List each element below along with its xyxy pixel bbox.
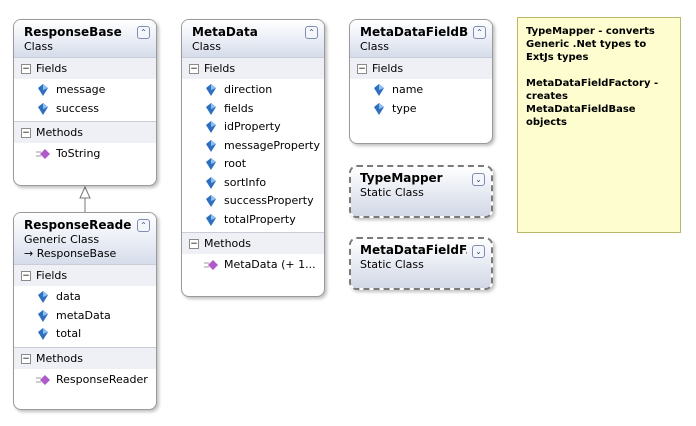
class-metadata-field-base[interactable]: MetaDataFieldB... Class ⌃ − Fields name … <box>349 19 493 144</box>
class-header: MetaDataFieldB... Class ⌃ <box>350 20 492 57</box>
methods-list: ResponseReader <box>14 368 156 392</box>
field-item[interactable]: success <box>14 100 156 119</box>
method-item[interactable]: MetaData (+ 1... <box>182 256 324 275</box>
methods-section-header[interactable]: − Methods <box>182 232 324 254</box>
double-chevron-up-icon[interactable]: ⌃ <box>137 26 150 39</box>
class-header: ResponseBase Class ⌃ <box>14 20 156 57</box>
class-name: MetaDataFieldF... <box>360 243 467 257</box>
collapse-minus-icon[interactable]: − <box>189 64 199 74</box>
class-kind: Class <box>24 40 53 53</box>
field-item[interactable]: root <box>182 155 324 174</box>
field-item[interactable]: metaData <box>14 307 156 326</box>
field-item[interactable]: idProperty <box>182 118 324 137</box>
class-kind: Static Class <box>360 258 424 271</box>
field-item[interactable]: sortInfo <box>182 174 324 193</box>
field-icon <box>38 291 48 303</box>
fields-label: Fields <box>372 62 404 75</box>
collapse-minus-icon[interactable]: − <box>21 353 31 364</box>
inherits-label: → ResponseBase <box>24 247 117 260</box>
class-name: ResponseReade... <box>24 218 132 232</box>
methods-section-header[interactable]: − Methods <box>14 346 156 369</box>
field-item[interactable]: totalProperty <box>182 211 324 230</box>
class-header: TypeMapper Static Class ⌄ <box>351 167 491 216</box>
double-chevron-down-icon[interactable]: ⌄ <box>472 245 485 258</box>
fields-section-header[interactable]: − Fields <box>14 57 156 79</box>
methods-list: ToString <box>14 143 156 167</box>
methods-label: Methods <box>36 351 83 365</box>
field-item[interactable]: fields <box>182 100 324 119</box>
class-metadata-field-factory[interactable]: MetaDataFieldF... Static Class ⌄ <box>349 237 493 290</box>
class-name: TypeMapper <box>360 171 443 185</box>
fields-section-header[interactable]: − Fields <box>14 264 156 286</box>
field-icon <box>206 139 216 152</box>
field-icon <box>206 102 216 115</box>
field-icon <box>206 213 216 226</box>
field-item[interactable]: successProperty <box>182 192 324 211</box>
field-icon <box>206 121 216 133</box>
field-icon <box>38 84 48 96</box>
method-icon <box>36 149 50 159</box>
class-type-mapper[interactable]: TypeMapper Static Class ⌄ <box>349 165 493 218</box>
class-kind: Class <box>192 40 221 53</box>
field-icon <box>374 84 384 96</box>
class-header: MetaDataFieldF... Static Class ⌄ <box>351 239 491 288</box>
field-item[interactable]: name <box>350 81 492 100</box>
class-header: MetaData Class ⌃ <box>182 20 324 57</box>
fields-list: message success <box>14 79 156 121</box>
fields-label: Fields <box>36 269 68 282</box>
method-icon <box>36 374 50 385</box>
double-chevron-up-icon[interactable]: ⌃ <box>473 26 486 39</box>
class-header: ResponseReade... Generic Class → Respons… <box>14 213 156 264</box>
fields-list: name type <box>350 79 492 121</box>
fields-section-header[interactable]: − Fields <box>182 57 324 79</box>
class-metadata[interactable]: MetaData Class ⌃ − Fields direction fiel… <box>181 19 325 297</box>
collapse-minus-icon[interactable]: − <box>21 64 31 74</box>
field-item[interactable]: data <box>14 288 156 307</box>
field-icon <box>206 195 216 207</box>
method-item[interactable]: ResponseReader <box>14 371 156 390</box>
class-kind: Generic Class <box>24 233 100 246</box>
field-item[interactable]: total <box>14 325 156 344</box>
class-response-base[interactable]: ResponseBase Class ⌃ − Fields message su… <box>13 19 157 186</box>
double-chevron-up-icon[interactable]: ⌃ <box>137 219 150 232</box>
comment-note[interactable]: TypeMapper - converts Generic .Net types… <box>517 17 681 233</box>
collapse-minus-icon[interactable]: − <box>21 128 31 138</box>
class-name: MetaData <box>192 25 258 39</box>
class-kind: Static Class <box>360 186 424 199</box>
methods-label: Methods <box>204 237 251 250</box>
methods-label: Methods <box>36 126 83 139</box>
methods-section-header[interactable]: − Methods <box>14 121 156 143</box>
method-item[interactable]: ToString <box>14 145 156 164</box>
field-item[interactable]: type <box>350 100 492 119</box>
field-icon <box>206 176 216 189</box>
collapse-minus-icon[interactable]: − <box>189 239 199 249</box>
fields-list: direction fields idProperty messagePrope… <box>182 79 324 232</box>
field-icon <box>38 102 48 115</box>
class-kind: Class <box>360 40 389 53</box>
note-type-mapper: TypeMapper - converts Generic .Net types… <box>526 26 655 63</box>
field-icon <box>374 102 384 115</box>
collapse-minus-icon[interactable]: − <box>357 64 367 74</box>
collapse-minus-icon[interactable]: − <box>21 271 31 281</box>
class-name: MetaDataFieldB... <box>360 25 468 39</box>
method-icon <box>204 260 218 270</box>
field-icon <box>206 158 216 170</box>
note-metadata-field-factory: MetaDataFieldFactory - creates MetaDataF… <box>526 78 659 128</box>
fields-label: Fields <box>36 62 68 75</box>
fields-list: data metaData total <box>14 286 156 347</box>
field-item[interactable]: message <box>14 81 156 100</box>
class-name: ResponseBase <box>24 25 122 39</box>
field-icon <box>206 84 216 96</box>
class-response-reader[interactable]: ResponseReade... Generic Class → Respons… <box>13 212 157 410</box>
fields-section-header[interactable]: − Fields <box>350 57 492 79</box>
methods-list: MetaData (+ 1... <box>182 254 324 278</box>
field-icon <box>38 328 48 340</box>
double-chevron-down-icon[interactable]: ⌄ <box>472 173 485 186</box>
double-chevron-up-icon[interactable]: ⌃ <box>305 26 318 39</box>
fields-label: Fields <box>204 62 236 75</box>
field-icon <box>38 309 48 322</box>
field-item[interactable]: messageProperty <box>182 137 324 156</box>
field-item[interactable]: direction <box>182 81 324 100</box>
